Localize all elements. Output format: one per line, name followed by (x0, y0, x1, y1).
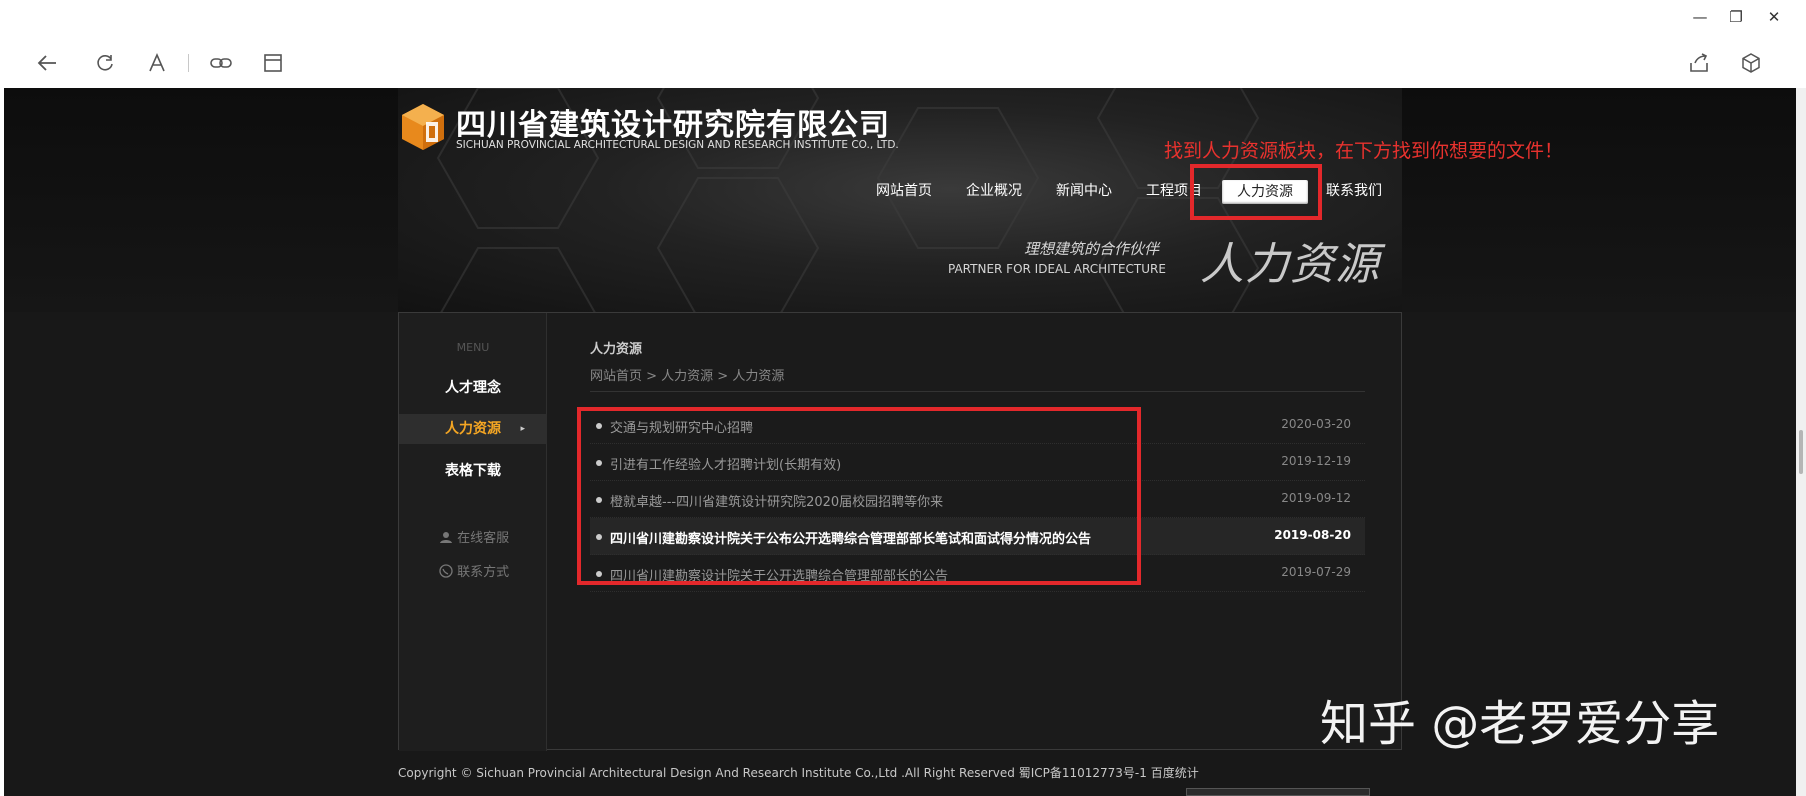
close-button[interactable]: ✕ (1756, 4, 1792, 30)
nav-home[interactable]: 网站首页 (876, 180, 932, 200)
chevron-right-icon: ▸ (520, 424, 525, 434)
content-panel: MENU 人才理念 人力资源 ▸ 表格下载 在线客服 联系方式 人力资源 网站首… (398, 312, 1402, 751)
restore-button[interactable]: ❐ (1718, 4, 1754, 30)
back-icon[interactable] (32, 48, 62, 78)
sidebar-item-hr[interactable]: 人力资源 ▸ (399, 414, 547, 444)
minimize-button[interactable]: — (1682, 4, 1718, 30)
scrollbar-thumb[interactable] (1799, 430, 1803, 474)
phone-icon (439, 564, 453, 578)
box-icon[interactable] (1736, 48, 1766, 78)
company-name-en: SICHUAN PROVINCIAL ARCHITECTURAL DESIGN … (456, 139, 899, 151)
company-logo-icon (402, 104, 444, 150)
slogan-cn: 理想建筑的合作伙伴 (1024, 240, 1160, 258)
contact-info-link[interactable]: 联系方式 (439, 561, 509, 580)
user-icon (440, 532, 452, 543)
list-item-date: 2019-12-19 (1281, 454, 1351, 468)
list-item-date: 2020-03-20 (1281, 417, 1351, 431)
window-titlebar: — ❐ ✕ (0, 0, 1806, 36)
slogan-en: PARTNER FOR IDEAL ARCHITECTURE (948, 262, 1166, 276)
reader-icon[interactable] (258, 48, 288, 78)
contact-info-label: 联系方式 (457, 565, 510, 580)
text-size-icon[interactable] (142, 48, 172, 78)
banner-title: 人力资源 (1200, 239, 1380, 290)
toolbar-separator (188, 54, 189, 72)
refresh-icon[interactable] (90, 48, 120, 78)
sidebar-item-forms[interactable]: 表格下载 (399, 456, 547, 486)
divider (590, 391, 1365, 392)
breadcrumb[interactable]: 网站首页 > 人力资源 > 人力资源 (590, 365, 784, 384)
webpage-viewport: 四川省建筑设计研究院有限公司 SICHUAN PROVINCIAL ARCHIT… (4, 88, 1796, 796)
nav-about[interactable]: 企业概况 (966, 180, 1022, 200)
footer-copyright: Copyright © Sichuan Provincial Architect… (398, 766, 1199, 780)
annotation-text: 找到人力资源板块，在下方找到你想要的文件！ (1164, 140, 1564, 162)
sidebar: MENU 人才理念 人力资源 ▸ 表格下载 在线客服 联系方式 (399, 313, 547, 751)
site-banner: 四川省建筑设计研究院有限公司 SICHUAN PROVINCIAL ARCHIT… (4, 88, 1796, 312)
company-name: 四川省建筑设计研究院有限公司 (456, 108, 890, 143)
nav-contact[interactable]: 联系我们 (1326, 180, 1382, 200)
menu-label: MENU (456, 341, 490, 354)
online-service-label: 在线客服 (457, 531, 510, 546)
annotation-box-list (577, 407, 1141, 585)
section-title: 人力资源 (590, 342, 643, 357)
online-service-link[interactable]: 在线客服 (439, 527, 509, 546)
link-icon[interactable] (206, 48, 236, 78)
sidebar-item-talent[interactable]: 人才理念 (399, 373, 547, 403)
share-icon[interactable] (1684, 48, 1714, 78)
nav-news[interactable]: 新闻中心 (1056, 180, 1112, 200)
list-item-date: 2019-08-20 (1274, 528, 1351, 542)
footer-badge[interactable] (1186, 788, 1370, 796)
sidebar-item-label: 人力资源 (445, 421, 501, 437)
list-item-date: 2019-09-12 (1281, 491, 1351, 505)
watermark: 知乎 @老罗爱分享 (1320, 696, 1720, 752)
browser-toolbar (0, 36, 1806, 88)
list-item-date: 2019-07-29 (1281, 565, 1351, 579)
annotation-box-nav (1190, 164, 1322, 220)
